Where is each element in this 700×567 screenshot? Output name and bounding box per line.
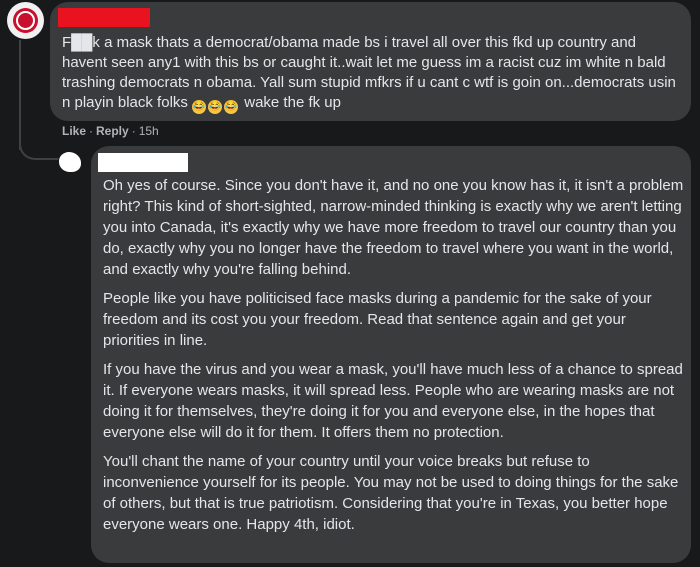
comment-timestamp[interactable]: 15h — [139, 124, 159, 138]
avatar-logo-icon — [13, 8, 38, 33]
reply-bubble: Oh yes of course. Since you don't have i… — [91, 146, 691, 563]
comment-actions: Like · Reply · 15h — [62, 124, 159, 138]
like-button[interactable]: Like — [62, 124, 86, 138]
redacted-author-name[interactable] — [98, 153, 188, 172]
thread-connector — [19, 130, 59, 160]
reply-paragraph: Oh yes of course. Since you don't have i… — [103, 177, 684, 278]
reply-paragraph: If you have the virus and you wear a mas… — [103, 361, 683, 441]
reply-text: Oh yes of course. Since you don't have i… — [103, 175, 685, 543]
avatar-image — [59, 152, 81, 172]
tears-of-joy-emoji-icon: 😂 — [208, 100, 223, 114]
reply-paragraph: You'll chant the name of your country un… — [103, 453, 679, 533]
comment-bubble: F██k a mask thats a democrat/obama made … — [50, 2, 691, 121]
tears-of-joy-emoji-icon: 😂 — [192, 100, 207, 114]
reply-paragraph: People like you have politicised face ma… — [103, 290, 652, 349]
reply-avatar[interactable] — [57, 151, 85, 179]
reply-button[interactable]: Reply — [96, 124, 129, 138]
avatar[interactable] — [7, 2, 44, 39]
redacted-author-name[interactable] — [58, 8, 150, 27]
comment-text: F██k a mask thats a democrat/obama made … — [62, 34, 676, 114]
tears-of-joy-emoji-icon: 😂 — [224, 100, 239, 114]
